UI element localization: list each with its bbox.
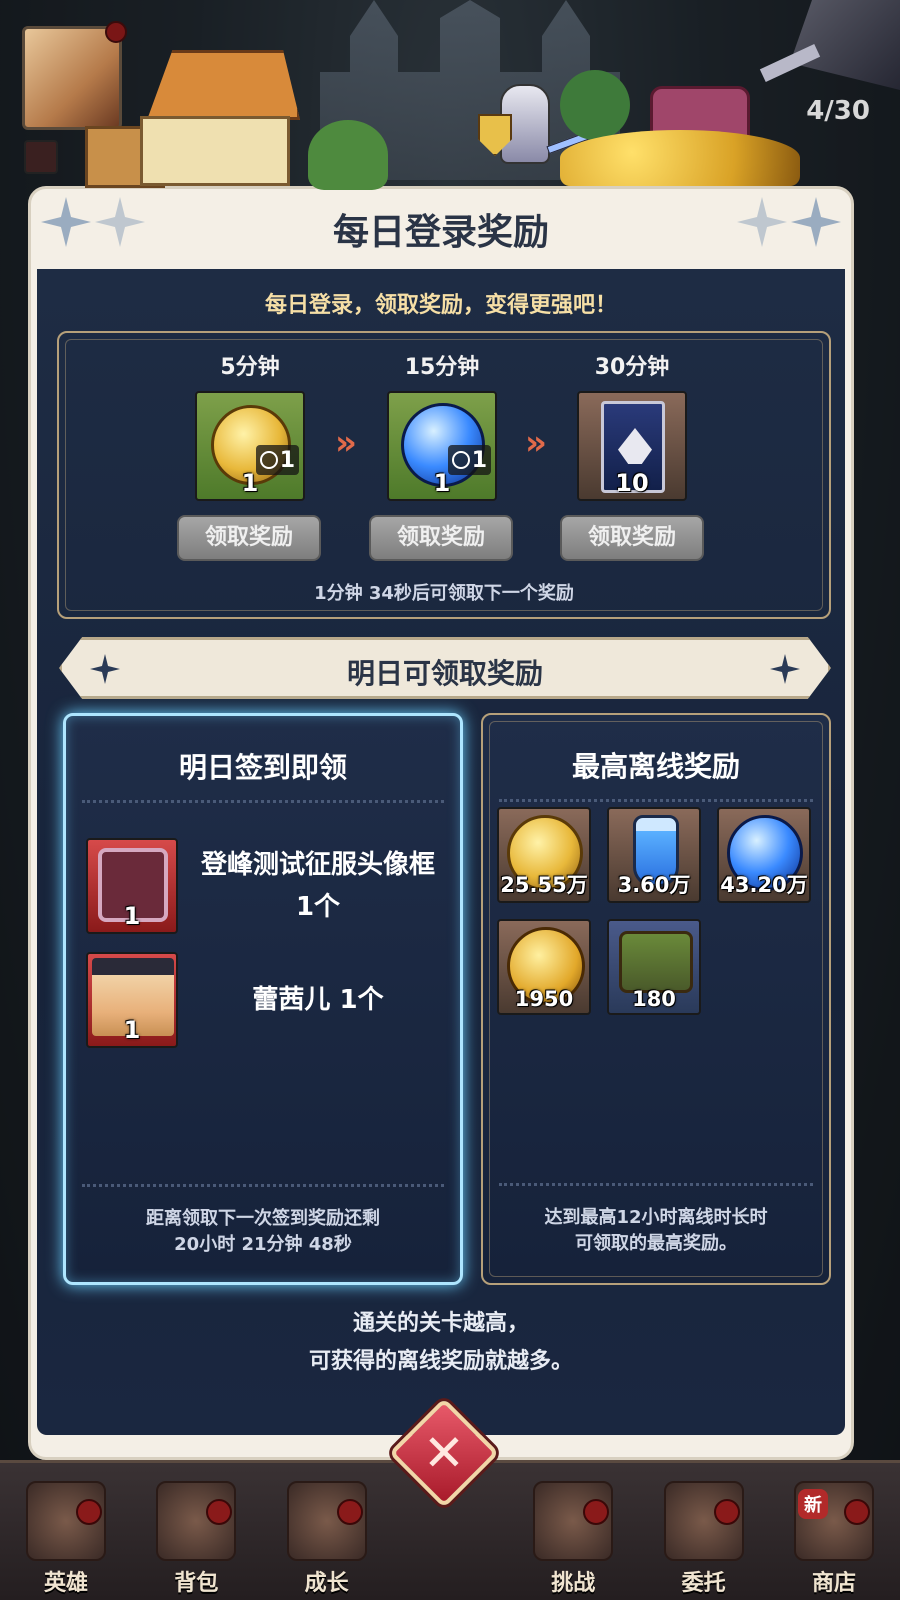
signin-timer: 20小时 21分钟 48秒 <box>174 1234 352 1255</box>
offline-footer-line1: 达到最高12小时离线时长时 <box>544 1207 768 1228</box>
offline-hint-line1: 通关的关卡越高， <box>352 1311 529 1336</box>
treasure-illustration <box>560 70 800 190</box>
offline-hint: 通关的关卡越高， 可获得的离线奖励就越多。 <box>37 1305 845 1381</box>
item-quantity: 180 <box>632 987 676 1011</box>
nav-heroes[interactable]: 英雄 <box>14 1463 118 1600</box>
item-quantity: 1 <box>241 469 259 497</box>
notification-dot <box>76 1499 102 1525</box>
reward-item[interactable]: 3.60万 <box>607 807 701 903</box>
item-quantity: 25.55万 <box>500 873 588 897</box>
reward-item[interactable]: 10 <box>577 391 687 501</box>
offline-reward-grid: 25.55万 3.60万 43.20万 1950 180 <box>497 807 817 1015</box>
signin-footer-line1: 距离领取下一次签到奖励还剩 <box>146 1208 380 1229</box>
wall-illustration <box>140 116 290 186</box>
reward-label: 蕾茜儿 1个 <box>252 985 384 1015</box>
nav-label: 委托 <box>681 1571 726 1596</box>
gold-pile-illustration <box>560 130 800 186</box>
notification-dot <box>105 21 127 43</box>
clock-icon <box>259 451 278 469</box>
signin-footer: 距离领取下一次签到奖励还剩 20小时 21分钟 48秒 <box>66 1206 460 1258</box>
menu-icon[interactable] <box>24 140 58 174</box>
dialog-subtitle: 每日登录，领取奖励，变得更强吧！ <box>264 293 617 318</box>
treasure-chest-icon <box>619 931 693 993</box>
divider <box>82 1184 444 1187</box>
item-quantity: 1 <box>123 1016 141 1044</box>
next-reward-countdown: 1分钟 34秒后可领取下一个奖励 <box>314 583 574 604</box>
dialog-body: 每日登录，领取奖励，变得更强吧！ 5分钟 1 1 » 15分钟 1 1 » 30… <box>37 269 845 1435</box>
divider <box>499 1183 813 1186</box>
reward-item[interactable]: 1950 <box>497 919 591 1015</box>
reward-item[interactable]: 1 <box>86 952 178 1048</box>
reward-item[interactable]: 1 1 <box>195 391 305 501</box>
new-badge: 新 <box>797 1489 828 1519</box>
online-rewards-box: 5分钟 1 1 » 15分钟 1 1 » 30分钟 10 领取奖励 领取奖励 领… <box>57 331 831 619</box>
nav-label: 成长 <box>304 1571 349 1596</box>
house-illustration <box>85 50 315 190</box>
tree-illustration <box>560 70 630 140</box>
online-reward-5min: 5分钟 1 1 <box>185 349 315 501</box>
daily-login-dialog: 每日登录奖励 每日登录，领取奖励，变得更强吧！ 5分钟 1 1 » 15分钟 1… <box>28 186 854 1460</box>
double-chevron-right-icon: » <box>335 423 357 463</box>
nav-label: 商店 <box>811 1571 856 1596</box>
reward-item[interactable]: 43.20万 <box>717 807 811 903</box>
divider <box>82 800 444 803</box>
reward-item[interactable]: 180 <box>607 919 701 1015</box>
nav-growth[interactable]: 成长 <box>275 1463 379 1600</box>
item-quantity: 43.20万 <box>720 873 808 897</box>
reward-time: 30分钟 <box>594 355 670 380</box>
roof-illustration <box>147 50 300 120</box>
online-reward-15min: 15分钟 1 1 <box>377 349 507 501</box>
offline-footer: 达到最高12小时离线时长时 可领取的最高奖励。 <box>483 1205 829 1257</box>
item-quantity: 1950 <box>514 987 574 1011</box>
nav-bag[interactable]: 背包 <box>144 1463 248 1600</box>
item-quantity: 1 <box>433 469 451 497</box>
claim-button[interactable]: 领取奖励 <box>560 515 704 561</box>
offline-hint-line2: 可获得的离线奖励就越多。 <box>308 1349 573 1374</box>
tomorrow-rewards-banner: 明日可领取奖励 <box>59 637 831 699</box>
nav-shop[interactable]: 新 商店 <box>782 1463 886 1600</box>
reward-label: 登峰测试征服头像框 1个 <box>200 850 435 922</box>
stage-counter: 4/30 <box>806 96 870 126</box>
reward-time: 5分钟 <box>220 355 280 380</box>
claim-button[interactable]: 领取奖励 <box>369 515 513 561</box>
tomorrow-signin-box: 明日签到即领 1 登峰测试征服头像框 1个 1 蕾茜儿 1个 距离领取下一次签到… <box>63 713 463 1285</box>
notification-dot <box>713 1499 740 1525</box>
reward-item[interactable]: 1 <box>86 838 178 934</box>
offline-footer-line2: 可领取的最高奖励。 <box>575 1233 737 1254</box>
claim-button[interactable]: 领取奖励 <box>177 515 321 561</box>
item-quantity: 1 <box>123 902 141 930</box>
online-reward-30min: 30分钟 10 <box>567 349 697 501</box>
nav-label: 背包 <box>174 1571 219 1596</box>
notification-dot <box>843 1499 870 1525</box>
double-chevron-right-icon: » <box>525 423 547 463</box>
bush-illustration <box>308 120 388 190</box>
divider <box>499 799 813 802</box>
reward-item[interactable]: 25.55万 <box>497 807 591 903</box>
notification-dot <box>336 1499 363 1525</box>
offline-rewards-box: 最高离线奖励 25.55万 3.60万 43.20万 1950 180 达到最高… <box>481 713 831 1285</box>
banner-title: 明日可领取奖励 <box>346 657 543 690</box>
reward-time: 15分钟 <box>404 355 480 380</box>
offline-title: 最高离线奖励 <box>571 750 740 783</box>
dialog-title: 每日登录奖励 <box>332 212 549 253</box>
signin-reward-row: 1 登峰测试征服头像框 1个 <box>86 838 446 936</box>
nav-label: 挑战 <box>551 1571 596 1596</box>
nav-commission[interactable]: 委托 <box>652 1463 756 1600</box>
item-quantity: 10 <box>615 469 649 497</box>
reward-item[interactable]: 1 1 <box>387 391 497 501</box>
nav-challenge[interactable]: 挑战 <box>521 1463 625 1600</box>
signin-reward-row: 1 蕾茜儿 1个 <box>86 952 446 1050</box>
clock-icon <box>451 451 470 469</box>
item-quantity: 3.60万 <box>617 873 691 897</box>
close-icon: ✕ <box>423 1424 465 1482</box>
nav-label: 英雄 <box>43 1571 88 1596</box>
signin-title: 明日签到即领 <box>178 751 347 784</box>
